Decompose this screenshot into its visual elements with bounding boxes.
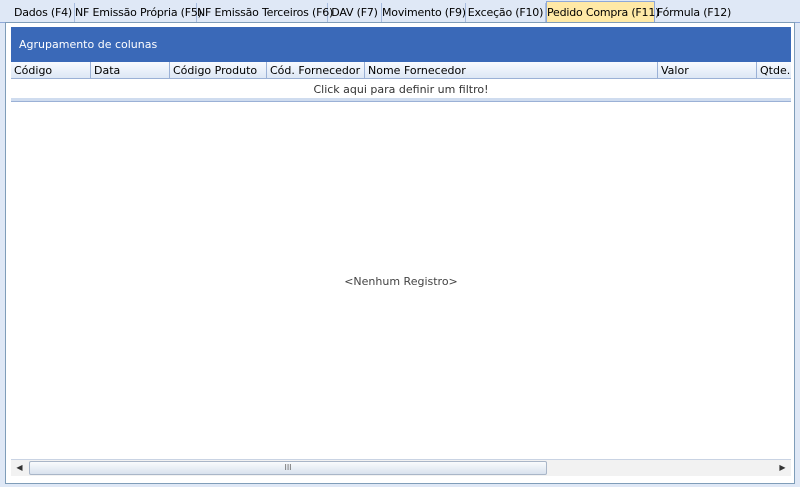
column-header-qtde[interactable]: Qtde.	[757, 62, 791, 78]
tab-formula[interactable]: Fórmula (F12)	[655, 3, 733, 23]
tab-pedido-compra[interactable]: Pedido Compra (F11)	[546, 1, 659, 24]
tab-strip: Dados (F4) NF Emissão Própria (F5) NF Em…	[0, 0, 800, 24]
filter-row[interactable]: Click aqui para definir um filtro!	[11, 80, 791, 98]
tab-dav[interactable]: DAV (F7)	[328, 3, 382, 23]
horizontal-scrollbar[interactable]: ◀ III ▶	[11, 459, 791, 476]
grid-panel: Agrupamento de colunas Código Data Códig…	[5, 22, 795, 484]
tab-excecao[interactable]: Exceção (F10)	[466, 3, 546, 23]
tab-movimento[interactable]: Movimento (F9)	[382, 3, 466, 23]
column-header-cod-fornecedor[interactable]: Cód. Fornecedor	[267, 62, 365, 78]
column-header-codigo-produto[interactable]: Código Produto	[170, 62, 267, 78]
grid-body[interactable]: <Nenhum Registro>	[11, 103, 791, 458]
group-by-panel[interactable]: Agrupamento de colunas	[11, 27, 791, 62]
column-header-codigo[interactable]: Código	[11, 62, 91, 78]
column-header-data[interactable]: Data	[91, 62, 170, 78]
arrow-left-icon[interactable]: ◀	[11, 460, 28, 476]
tab-dados[interactable]: Dados (F4)	[12, 3, 75, 23]
empty-message: <Nenhum Registro>	[344, 275, 458, 288]
column-header-valor[interactable]: Valor	[658, 62, 757, 78]
filter-separator	[11, 98, 791, 102]
arrow-right-icon[interactable]: ▶	[774, 460, 791, 476]
tab-nf-emissao-terceiros[interactable]: NF Emissão Terceiros (F6)	[197, 3, 333, 23]
column-header-nome-fornecedor[interactable]: Nome Fornecedor	[365, 62, 658, 78]
tab-nf-emissao-propria[interactable]: NF Emissão Própria (F5)	[75, 3, 202, 23]
column-header-row: Código Data Código Produto Cód. Forneced…	[11, 62, 791, 79]
scrollbar-thumb[interactable]: III	[29, 461, 547, 475]
